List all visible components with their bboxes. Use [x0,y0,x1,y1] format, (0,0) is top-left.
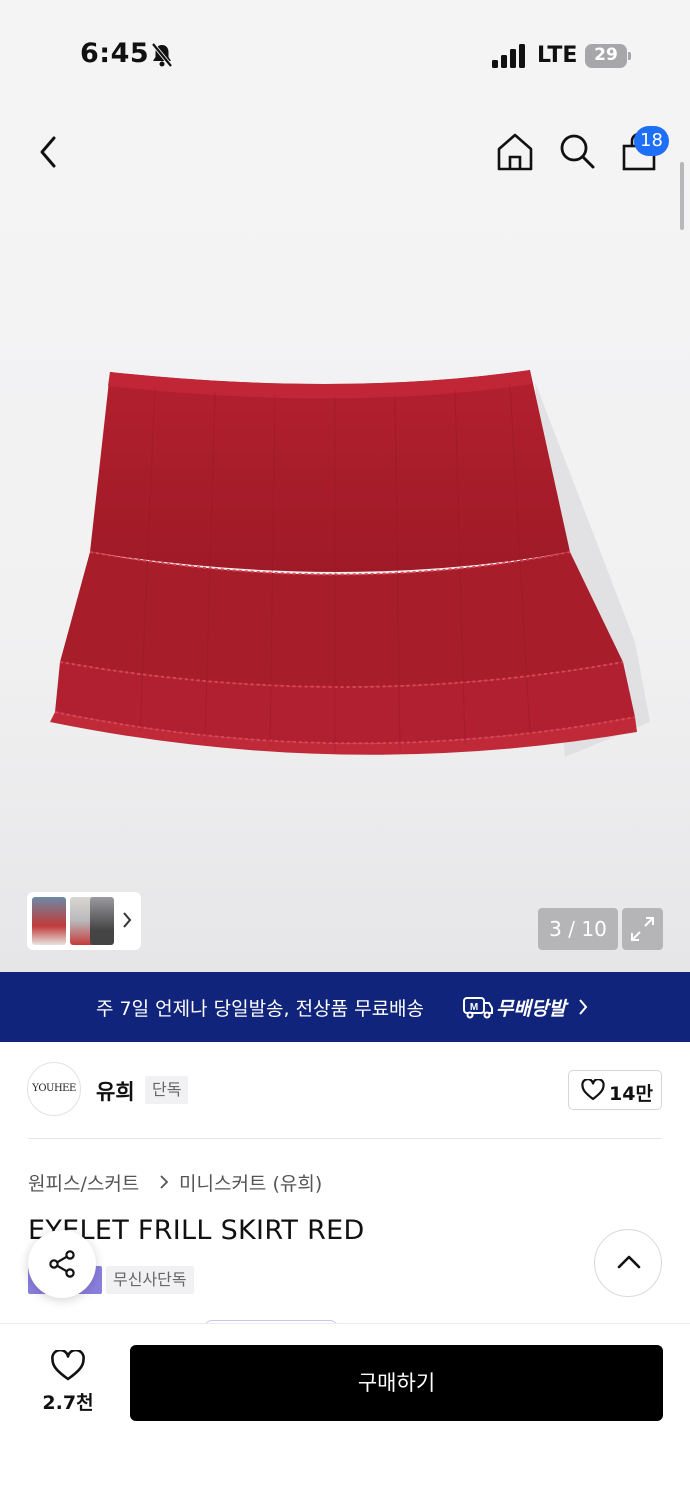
breadcrumb-subcategory[interactable]: 미니스커트 (유희) [179,1169,322,1196]
chevron-right-icon [579,999,588,1015]
back-icon[interactable] [34,134,64,170]
image-counter: 3 / 10 [538,908,618,950]
status-time: 6:45 [80,38,150,69]
heart-icon[interactable] [50,1350,86,1382]
promo-brand: 무배당발 [496,998,566,1020]
brand-name[interactable]: 유희 [96,1076,135,1106]
musinsa-exclusive-badge: 무신사단독 [106,1266,194,1294]
divider [28,1138,662,1139]
brand-follow-button[interactable]: 14만 [568,1070,662,1110]
heart-icon [581,1079,605,1101]
expand-icon [631,917,654,941]
signal-icon [492,44,525,68]
chevron-right-icon [160,1175,169,1189]
status-bar: 6:45 LTE 29 [0,0,690,110]
network-type: LTE [537,43,578,68]
breadcrumb-category[interactable]: 원피스/스커트 [28,1169,139,1196]
chevron-right-icon[interactable] [121,910,133,930]
product-image [50,370,650,757]
bell-slash-icon [151,42,173,68]
thumbnail-strip[interactable] [27,892,141,950]
home-icon[interactable] [496,132,534,172]
svg-text:M: M [470,1002,478,1013]
thumbnail-3[interactable] [90,897,114,945]
buy-button[interactable]: 구매하기 [130,1345,663,1421]
share-button[interactable] [28,1230,96,1298]
battery-level: 29 [594,45,618,65]
product-image-gallery[interactable]: 18 3 / 10 [0,110,690,972]
promo-text: 주 7일 언제나 당일발송, 전상품 무료배송 [96,998,425,1020]
scroll-to-top-button[interactable] [594,1229,662,1297]
like-count: 2.7천 [42,1392,94,1414]
follow-count: 14만 [609,1083,653,1105]
scrollbar[interactable] [680,162,684,230]
chevron-up-icon [617,1255,641,1269]
brand-logo[interactable]: YOUHEE [27,1062,81,1116]
thumbnail-1[interactable] [32,897,66,945]
delivery-truck-icon: M [463,997,493,1019]
expand-button[interactable] [622,908,663,950]
share-icon [49,1250,75,1278]
cart-count-badge: 18 [634,126,669,156]
search-icon[interactable] [558,132,596,170]
exclusive-badge: 단독 [145,1076,189,1104]
battery-icon: 29 [585,44,631,68]
promo-banner[interactable]: 주 7일 언제나 당일발송, 전상품 무료배송 M 무배당발 [0,972,690,1042]
